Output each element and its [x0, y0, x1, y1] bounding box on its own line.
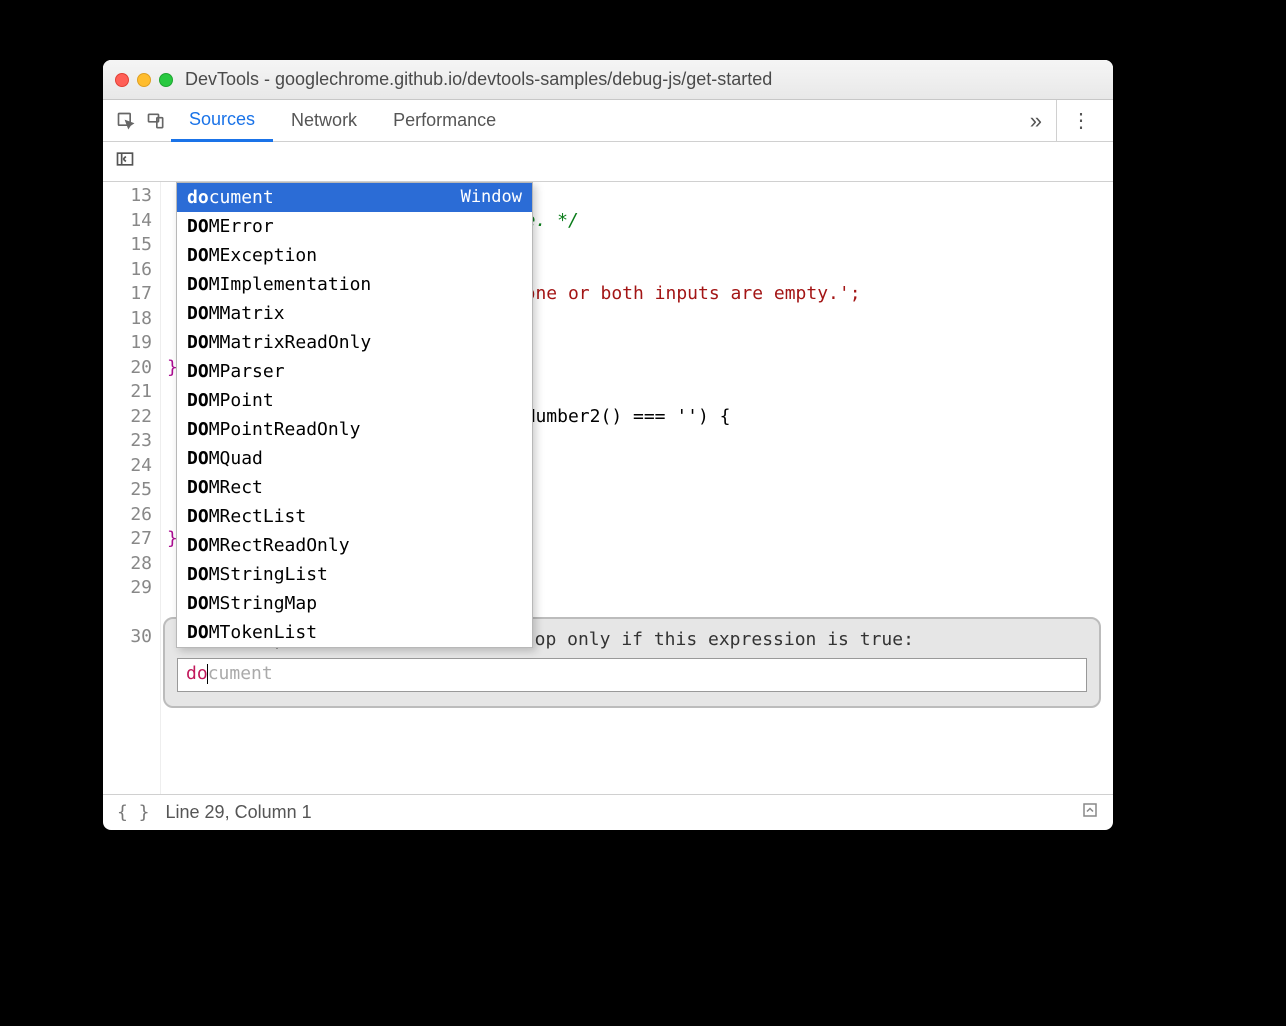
line-number[interactable]: 16	[103, 258, 152, 283]
close-button[interactable]	[115, 73, 129, 87]
line-number[interactable]: 29	[103, 576, 152, 601]
line-number[interactable]: 19	[103, 331, 152, 356]
line-number[interactable]: 23	[103, 429, 152, 454]
autocomplete-item[interactable]: DOMError	[177, 212, 532, 241]
autocomplete-item[interactable]: DOMTokenList	[177, 618, 532, 647]
line-number[interactable]: 27	[103, 527, 152, 552]
devtools-window: DevTools - googlechrome.github.io/devtoo…	[103, 60, 1113, 830]
line-number[interactable]: 13	[103, 184, 152, 209]
sources-toolbar	[103, 142, 1113, 182]
autocomplete-item[interactable]: DOMMatrix	[177, 299, 532, 328]
autocomplete-item[interactable]: DOMException	[177, 241, 532, 270]
line-number[interactable]	[103, 601, 152, 626]
kebab-menu-icon[interactable]: ⋮	[1056, 100, 1105, 141]
window-title: DevTools - googlechrome.github.io/devtoo…	[185, 69, 772, 90]
line-number[interactable]: 26	[103, 503, 152, 528]
minimize-button[interactable]	[137, 73, 151, 87]
line-number[interactable]: 20	[103, 356, 152, 381]
statusbar: { } Line 29, Column 1	[103, 794, 1113, 830]
tab-performance[interactable]: Performance	[375, 100, 514, 141]
traffic-lights	[115, 73, 173, 87]
line-number[interactable]: 21	[103, 380, 152, 405]
line-number[interactable]: 25	[103, 478, 152, 503]
input-typed: do	[186, 663, 208, 684]
autocomplete-item[interactable]: DOMImplementation	[177, 270, 532, 299]
line-number[interactable]: 14	[103, 209, 152, 234]
pretty-print-icon[interactable]: { }	[117, 802, 150, 823]
line-number[interactable]: 24	[103, 454, 152, 479]
navigator-toggle-icon[interactable]	[115, 149, 135, 174]
input-suggestion: cument	[208, 663, 273, 684]
autocomplete-item[interactable]: DOMMatrixReadOnly	[177, 328, 532, 357]
autocomplete-item[interactable]: DOMRect	[177, 473, 532, 502]
collapse-icon[interactable]	[1081, 801, 1099, 824]
line-number[interactable]: 15	[103, 233, 152, 258]
device-icon[interactable]	[141, 111, 171, 131]
autocomplete-item[interactable]: DOMQuad	[177, 444, 532, 473]
code-line: r: one or both inputs are empty.';	[492, 283, 860, 304]
more-tabs-icon[interactable]: »	[1016, 108, 1056, 134]
line-number[interactable]: 22	[103, 405, 152, 430]
zoom-button[interactable]	[159, 73, 173, 87]
line-number[interactable]: 28	[103, 552, 152, 577]
autocomplete-item[interactable]: DOMStringList	[177, 560, 532, 589]
autocomplete-item[interactable]: DOMPoint	[177, 386, 532, 415]
autocomplete-item[interactable]: DOMStringMap	[177, 589, 532, 618]
line-number[interactable]: 18	[103, 307, 152, 332]
tabbar: Sources Network Performance » ⋮	[103, 100, 1113, 142]
autocomplete-item[interactable]: DOMRectList	[177, 502, 532, 531]
line-gutter: 1314151617181920212223242526272829 30	[103, 182, 161, 794]
autocomplete-popup[interactable]: documentWindowDOMErrorDOMExceptionDOMImp…	[176, 182, 533, 648]
inspect-icon[interactable]	[111, 111, 141, 131]
autocomplete-item[interactable]: documentWindow	[177, 183, 532, 212]
code-editor[interactable]: 1314151617181920212223242526272829 30 en…	[103, 182, 1113, 794]
autocomplete-item[interactable]: DOMParser	[177, 357, 532, 386]
breakpoint-expression-input[interactable]: document	[177, 658, 1087, 692]
cursor-position: Line 29, Column 1	[166, 802, 312, 823]
autocomplete-item[interactable]: DOMPointReadOnly	[177, 415, 532, 444]
line-number[interactable]: 17	[103, 282, 152, 307]
tab-sources[interactable]: Sources	[171, 101, 273, 142]
tab-network[interactable]: Network	[273, 100, 375, 141]
autocomplete-item[interactable]: DOMRectReadOnly	[177, 531, 532, 560]
titlebar: DevTools - googlechrome.github.io/devtoo…	[103, 60, 1113, 100]
line-number[interactable]: 30	[103, 625, 152, 650]
